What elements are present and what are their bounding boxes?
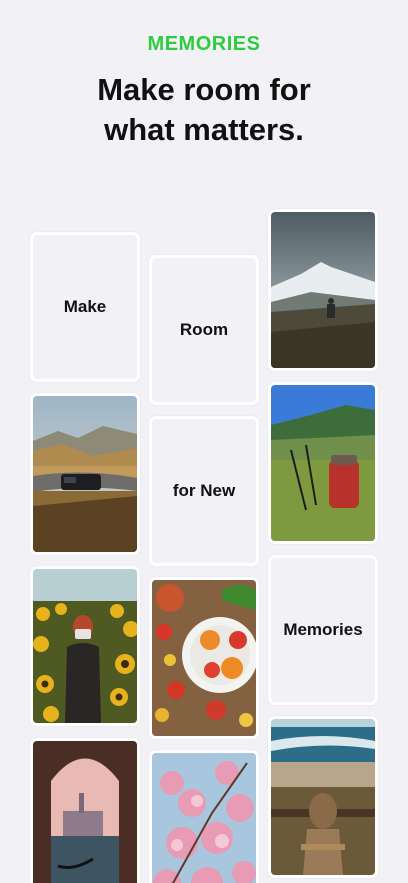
backpack-trekking-poles-photo[interactable]: [268, 382, 378, 544]
mountain-hiker-photo[interactable]: [268, 209, 378, 371]
section-eyebrow: MEMORIES: [147, 33, 261, 55]
page-headline: Make room for what matters.: [0, 70, 408, 150]
word-card-make: Make: [30, 232, 140, 382]
word-card-room: Room: [149, 255, 259, 405]
campervan-valley-photo[interactable]: [30, 393, 140, 555]
word-card-label: for New: [172, 481, 236, 500]
word-card-label: Room: [179, 320, 229, 339]
venice-gondola-archway-photo[interactable]: [30, 738, 140, 883]
headline-line-1: Make room for: [97, 72, 311, 107]
cherry-blossom-photo[interactable]: [149, 750, 259, 883]
seaside-woman-chair-photo[interactable]: [268, 716, 378, 878]
sunflower-field-camera-photo[interactable]: [30, 566, 140, 726]
word-card-memories: Memories: [268, 555, 378, 705]
word-card-label: Memories: [283, 620, 363, 639]
word-card-label: Make: [63, 297, 107, 316]
headline-line-2: what matters.: [104, 112, 304, 147]
tomato-salad-plate-photo[interactable]: [149, 577, 259, 739]
word-card-for-new: for New: [149, 416, 259, 566]
